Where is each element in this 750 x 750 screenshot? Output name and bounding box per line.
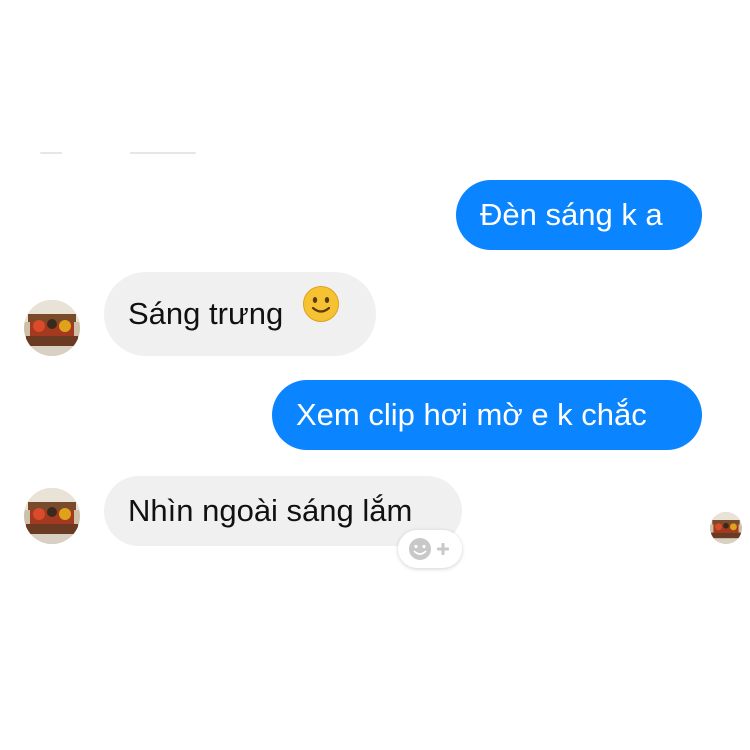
slightly-smiling-face-icon bbox=[302, 271, 340, 355]
message-text: Xem clip hơi mờ e k chắc bbox=[296, 397, 647, 432]
scroll-fade-divider bbox=[40, 152, 200, 154]
incoming-message-bubble[interactable]: Sáng trưng bbox=[104, 272, 376, 356]
message-text: Đèn sáng k a bbox=[480, 197, 663, 232]
outgoing-message-bubble[interactable]: Xem clip hơi mờ e k chắc bbox=[272, 380, 702, 450]
seen-indicator-avatar bbox=[710, 512, 742, 544]
contact-avatar[interactable] bbox=[24, 488, 80, 544]
message-text: Nhìn ngoài sáng lắm bbox=[128, 493, 413, 528]
outgoing-message-bubble[interactable]: Đèn sáng k a bbox=[456, 180, 702, 250]
contact-avatar[interactable] bbox=[24, 300, 80, 356]
message-text: Sáng trưng bbox=[128, 296, 284, 331]
add-reaction-button[interactable] bbox=[398, 530, 462, 568]
add-reaction-icon bbox=[409, 538, 449, 560]
